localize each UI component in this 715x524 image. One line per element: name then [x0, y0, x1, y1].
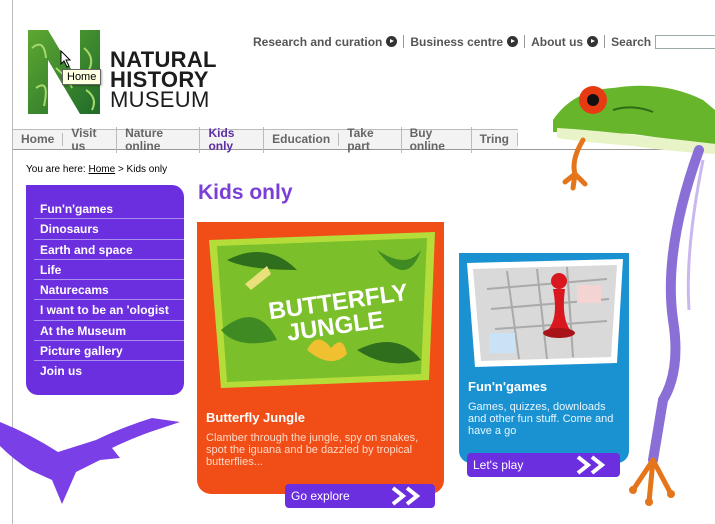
divider — [604, 35, 606, 48]
util-link-research[interactable]: Research and curation — [253, 34, 398, 49]
mouse-cursor-icon — [60, 50, 72, 68]
util-link-label: About us — [531, 34, 584, 49]
nav-item-tring[interactable]: Tring — [472, 133, 518, 146]
sidebar-item-dinosaurs[interactable]: Dinosaurs — [34, 219, 184, 240]
cta-label: Go explore — [291, 489, 350, 503]
logo-line-3: MUSEUM — [110, 87, 210, 112]
sidebar-item-picture-gallery[interactable]: Picture gallery — [34, 341, 184, 362]
sidebar-item-ologist[interactable]: I want to be an 'ologist — [34, 300, 184, 321]
main-nav: Home Visit us Nature online Kids only Ed… — [13, 126, 518, 153]
go-explore-button[interactable]: Go explore — [285, 484, 435, 508]
divider — [403, 35, 405, 48]
sidebar-item-earth-and-space[interactable]: Earth and space — [34, 240, 184, 260]
page-title: Kids only — [198, 181, 293, 204]
cta-label: Let's play — [473, 458, 524, 472]
sidebar-item-life[interactable]: Life — [34, 260, 184, 281]
breadcrumb-prefix: You are here: — [26, 164, 86, 175]
breadcrumb-home-link[interactable]: Home — [88, 164, 115, 175]
circle-arrow-icon — [386, 36, 398, 47]
nav-item-buy-online[interactable]: Buy online — [402, 126, 472, 153]
nav-item-kids-only[interactable]: Kids only — [200, 126, 265, 153]
home-tooltip: Home — [62, 69, 102, 85]
divider — [524, 35, 526, 48]
butterfly-jungle-image: BUTTERFLY JUNGLE — [209, 232, 435, 388]
logo-wordmark: NATURAL HISTORY MUSEUM — [110, 49, 217, 112]
card-heading[interactable]: Fun'n'games — [468, 379, 547, 394]
page: NATURAL HISTORY MUSEUM Home Research and… — [0, 0, 715, 524]
card-description: Clamber through the jungle, spy on snake… — [206, 432, 419, 468]
breadcrumb: You are here: Home > Kids only — [26, 164, 167, 175]
sidebar-item-join-us[interactable]: Join us — [34, 361, 184, 381]
card-heading[interactable]: Butterfly Jungle — [206, 410, 305, 425]
sidebar-nav: Fun'n'games Dinosaurs Earth and space Li… — [26, 185, 184, 395]
tree-frog-illustration — [553, 85, 715, 506]
search-input[interactable] — [655, 34, 715, 49]
util-link-label: Research and curation — [253, 34, 383, 49]
nhm-logo[interactable]: NATURAL HISTORY MUSEUM — [24, 28, 217, 120]
nav-item-home[interactable]: Home — [13, 133, 64, 146]
sidebar-item-at-the-museum[interactable]: At the Museum — [34, 321, 184, 342]
util-link-business[interactable]: Business centre — [410, 34, 519, 49]
sidebar-item-fun-n-games[interactable]: Fun'n'games — [34, 199, 184, 220]
util-link-label: Business centre — [410, 34, 504, 49]
nav-item-visit-us[interactable]: Visit us — [63, 126, 118, 153]
circle-arrow-icon — [587, 36, 599, 47]
breadcrumb-current: > Kids only — [117, 164, 168, 175]
nav-item-education[interactable]: Education — [264, 133, 340, 146]
double-chevron-icon — [391, 486, 421, 506]
nav-item-take-part[interactable]: Take part — [339, 126, 402, 153]
sidebar-item-naturecams[interactable]: Naturecams — [34, 280, 184, 301]
pterodactyl-illustration — [0, 418, 180, 504]
circle-arrow-icon — [507, 36, 519, 47]
butterfly-jungle-card[interactable]: BUTTERFLY JUNGLE Butterfly Jungle Clambe… — [197, 222, 444, 494]
util-link-about[interactable]: About us — [531, 34, 599, 49]
search-label: Search — [611, 34, 652, 49]
nav-item-nature-online[interactable]: Nature online — [117, 126, 201, 153]
utility-nav: Research and curation Business centre Ab… — [253, 34, 715, 49]
